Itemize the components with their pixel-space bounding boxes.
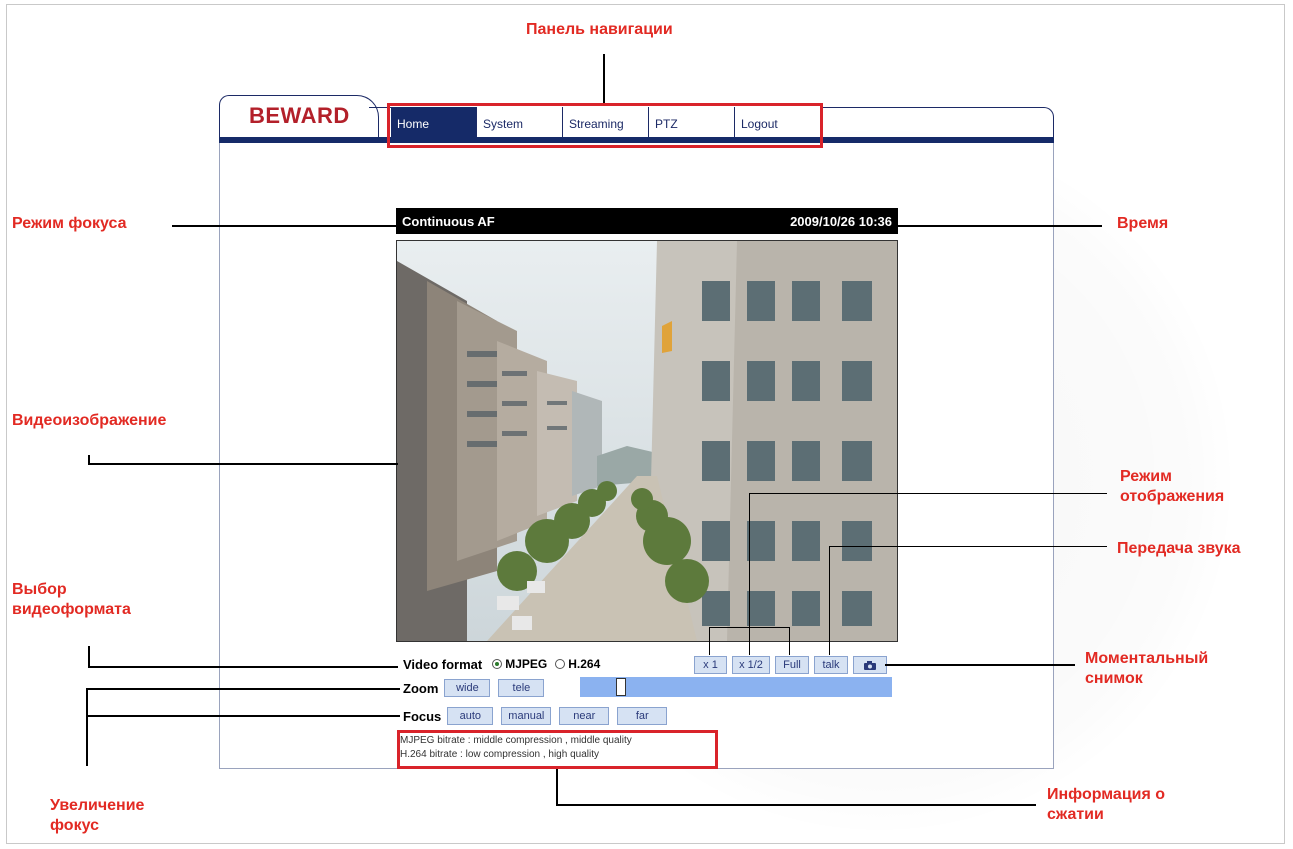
annotation-time: Время — [1117, 215, 1169, 232]
video-header: Continuous AF 2009/10/26 10:36 — [396, 208, 898, 234]
video-stream[interactable] — [396, 240, 898, 642]
view-half-button[interactable]: x 1/2 — [732, 656, 770, 674]
annotation-video-format-line1: Выбор — [12, 581, 67, 598]
leader-bracket-left — [709, 627, 710, 655]
annotation-compression-info-line2: сжатии — [1047, 806, 1104, 823]
annotation-nav-panel: Панель навигации — [526, 21, 673, 38]
zoom-slider-handle[interactable] — [616, 678, 626, 696]
zoom-wide-button[interactable]: wide — [444, 679, 491, 697]
leader-nav-panel — [603, 54, 605, 103]
mjpeg-option-label: MJPEG — [505, 657, 548, 671]
view-x1-button[interactable]: x 1 — [694, 656, 727, 674]
annotation-display-mode: Режим отображения — [1120, 467, 1224, 507]
leader-focus — [86, 715, 400, 717]
zoom-slider[interactable] — [580, 677, 892, 697]
annotation-video-format-line2: видеоформата — [12, 601, 131, 618]
leader-compression-h — [556, 804, 1036, 806]
annotation-video-image: Видеоизображение — [12, 412, 167, 429]
focus-label: Focus — [403, 708, 442, 724]
leader-focus-mode — [172, 225, 398, 227]
annotation-snapshot-line1: Моментальный — [1085, 650, 1209, 667]
annotation-zoom-focus-line2: фокус — [50, 817, 99, 834]
talk-button[interactable]: talk — [814, 656, 848, 674]
zoom-row: Zoom wide tele — [403, 678, 552, 698]
view-full-button[interactable]: Full — [775, 656, 809, 674]
annotation-zoom-focus-line1: Увеличение — [50, 797, 145, 814]
leader-video-image — [88, 463, 398, 465]
zoom-tele-button[interactable]: tele — [498, 679, 545, 697]
video-format-label: Video format — [403, 656, 483, 672]
leader-bracket-right — [789, 627, 790, 655]
focus-row: Focus auto manual near far — [403, 706, 675, 726]
annotation-compression-info: Информация о сжатии — [1047, 785, 1165, 825]
camera-icon — [864, 661, 876, 670]
annotation-video-format: Выбор видеоформата — [12, 580, 131, 620]
annotation-display-mode-line1: Режим — [1120, 468, 1172, 485]
annotation-compression-info-line1: Информация о — [1047, 786, 1166, 803]
focus-far-button[interactable]: far — [617, 707, 668, 725]
snapshot-button[interactable] — [853, 656, 887, 674]
leader-zoom — [86, 688, 400, 690]
leader-time — [897, 225, 1102, 227]
leader-audio-h — [829, 546, 1107, 547]
leader-display-mode-h — [749, 493, 1107, 494]
leader-video-format-h — [88, 666, 398, 668]
leader-zoom-focus-v — [86, 688, 88, 766]
leader-video-format-v — [88, 646, 90, 668]
leader-display-mode-v — [749, 493, 750, 655]
display-mode-buttons: x 1 x 1/2 Full talk — [694, 656, 892, 674]
zoom-label: Zoom — [403, 680, 439, 696]
leader-display-mode-bracket — [709, 627, 789, 628]
annotation-snapshot: Моментальный снимок — [1085, 649, 1208, 689]
datetime-text: 2009/10/26 10:36 — [790, 213, 892, 229]
leader-snapshot — [885, 664, 1075, 666]
annotation-zoom-focus: Увеличение фокус — [50, 796, 144, 836]
leader-compression-v — [556, 769, 558, 805]
annotation-snapshot-line2: снимок — [1085, 670, 1143, 687]
h264-option-label: H.264 — [568, 657, 601, 671]
compression-highlight-box — [397, 730, 718, 769]
brand-logo: BEWARD — [249, 103, 350, 128]
annotation-focus-mode: Режим фокуса — [12, 215, 127, 232]
focus-near-button[interactable]: near — [559, 707, 610, 725]
video-format-row: Video format MJPEG H.264 — [403, 654, 600, 674]
mjpeg-radio[interactable] — [492, 659, 503, 669]
nav-highlight-box — [387, 103, 823, 148]
h264-radio[interactable] — [555, 659, 566, 669]
street-scene-image — [397, 241, 897, 641]
annotation-audio: Передача звука — [1117, 540, 1241, 557]
leader-audio-v — [829, 546, 830, 655]
focus-mode-text: Continuous AF — [402, 213, 495, 229]
annotation-display-mode-line2: отображения — [1120, 488, 1225, 505]
focus-manual-button[interactable]: manual — [501, 707, 552, 725]
focus-auto-button[interactable]: auto — [447, 707, 494, 725]
